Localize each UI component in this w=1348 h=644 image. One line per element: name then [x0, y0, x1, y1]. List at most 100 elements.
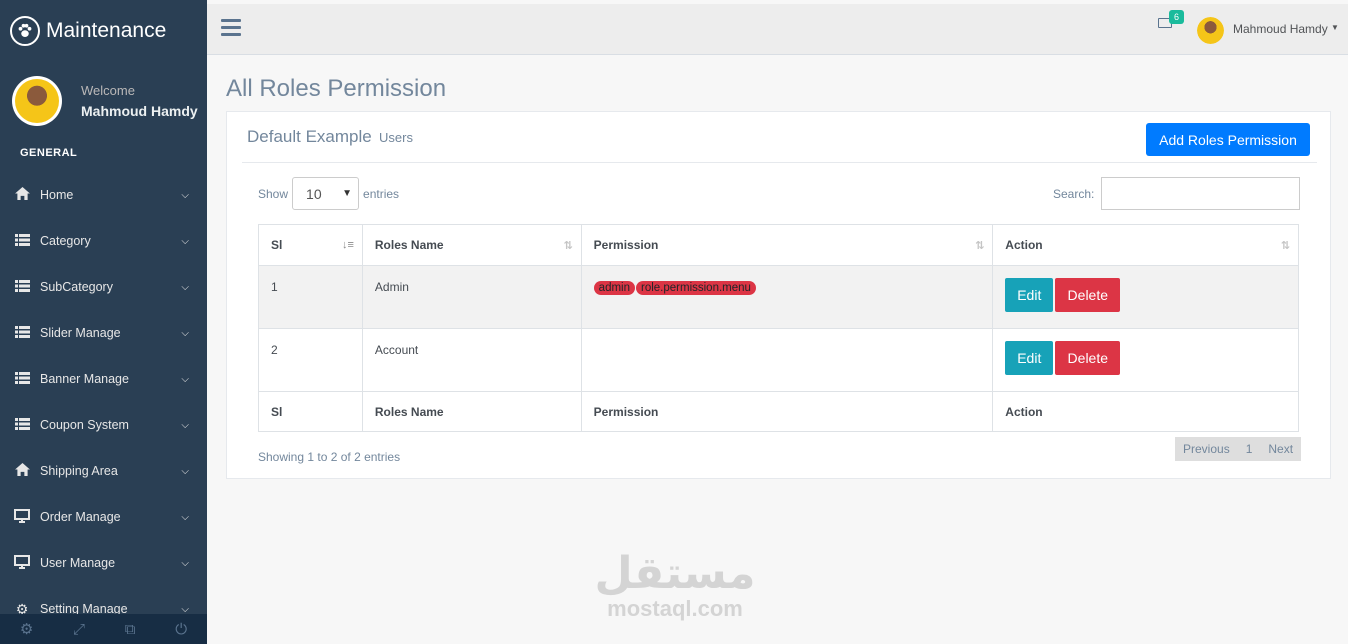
sidebar-item-shipping-area[interactable]: Shipping Area ⌵: [0, 448, 207, 494]
footer-permission: Permission: [580, 391, 994, 432]
sidebar-item-label: Shipping Area: [40, 464, 118, 478]
sidebar-item-label: Order Manage: [40, 510, 121, 524]
cell-permissions: [580, 328, 994, 392]
show-label: Show: [258, 186, 289, 201]
edit-button[interactable]: Edit: [1005, 278, 1054, 312]
cell-sl: 2: [258, 328, 363, 392]
profile: Welcome Mahmoud Hamdy: [0, 62, 207, 140]
sidebar-item-slider-manage[interactable]: Slider Manage ⌵: [0, 310, 207, 356]
watermark-logo: مستقل mostaql.com: [590, 550, 760, 622]
table-row: 1 Admin admin role.permission.menu Edit De…: [258, 265, 1299, 329]
watermark-latin: mostaql.com: [607, 596, 743, 621]
column-header-sl[interactable]: Sl ↓≡: [258, 224, 363, 266]
sidebar-item-coupon-system[interactable]: Coupon System ⌵: [0, 402, 207, 448]
panel-title: Default Example: [247, 127, 372, 146]
sidebar-item-user-manage[interactable]: User Manage ⌵: [0, 540, 207, 586]
sidebar-item-banner-manage[interactable]: Banner Manage ⌵: [0, 356, 207, 402]
sort-icon: ⇅: [563, 240, 573, 252]
chevron-down-icon: ⌵: [181, 557, 189, 569]
list-icon: [13, 325, 31, 341]
sidebar-item-label: Home: [40, 188, 74, 202]
permission-badge: role.permission.menu: [636, 281, 756, 295]
home-icon: [13, 463, 31, 479]
table-row: 2 Account Edit Delete: [258, 328, 1299, 392]
page-length-select[interactable]: 10 ▼: [292, 177, 360, 210]
delete-button[interactable]: Delete: [1055, 341, 1121, 375]
sidebar-item-label: Slider Manage: [40, 326, 121, 340]
column-header-action[interactable]: Action ⇅: [992, 224, 1299, 266]
sort-icon: ⇅: [1280, 240, 1290, 252]
cell-actions: Edit Delete: [992, 265, 1299, 329]
sidebar-item-home[interactable]: Home ⌵: [0, 172, 207, 218]
cell-sl: 1: [258, 265, 363, 329]
desktop-icon: [13, 508, 31, 526]
search-input[interactable]: [1101, 177, 1301, 210]
list-icon: [13, 233, 31, 249]
notification-badge: 6: [1169, 10, 1185, 24]
footer-roles-name: Roles Name: [361, 391, 582, 432]
fullscreen-icon[interactable]: ⤢: [73, 621, 85, 638]
column-header-permission[interactable]: Permission ⇅: [580, 224, 994, 266]
sidebar-item-subcategory[interactable]: SubCategory ⌵: [0, 264, 207, 310]
sidebar-item-order-manage[interactable]: Order Manage ⌵: [0, 494, 207, 540]
list-icon: [13, 371, 31, 387]
table-info: Showing 1 to 2 of 2 entries: [258, 450, 401, 464]
entries-label: entries: [363, 186, 400, 201]
menu-toggle-icon[interactable]: [221, 19, 241, 40]
user-avatar[interactable]: [1197, 17, 1224, 44]
footer-sl: Sl: [258, 391, 363, 432]
sidebar-footer: ⚙ ⤢ ⧉ ⏻: [0, 614, 207, 644]
sidebar-menu: Home ⌵ Category ⌵ SubCategory ⌵ Slider M…: [0, 172, 207, 632]
power-icon[interactable]: ⏻: [175, 621, 187, 638]
page-button[interactable]: 1: [1238, 437, 1261, 461]
chevron-down-icon: ⌵: [181, 603, 189, 615]
profile-name: Mahmoud Hamdy: [81, 103, 198, 119]
sidebar: Maintenance Welcome Mahmoud Hamdy GENERA…: [0, 0, 207, 644]
table-header-row: Sl ↓≡ Roles Name ⇅ Permission ⇅ Action ⇅: [258, 224, 1299, 266]
edit-button[interactable]: Edit: [1005, 341, 1054, 375]
table-footer-row: Sl Roles Name Permission Action: [258, 391, 1299, 432]
cell-permissions: admin role.permission.menu: [580, 265, 994, 329]
add-roles-permission-button[interactable]: Add Roles Permission: [1146, 123, 1310, 156]
chevron-down-icon: ⌵: [181, 281, 189, 293]
home-icon: [13, 187, 31, 203]
divider: [242, 162, 1317, 163]
sidebar-item-category[interactable]: Category ⌵: [0, 218, 207, 264]
search-label: Search:: [1053, 186, 1095, 201]
sidebar-item-label: User Manage: [40, 556, 116, 570]
chevron-down-icon: ⌵: [181, 465, 189, 477]
cell-role: Admin: [361, 265, 582, 329]
chevron-down-icon: ⌵: [181, 327, 189, 339]
eye-slash-icon[interactable]: ⧉: [125, 621, 136, 638]
search-control: Search:: [1053, 177, 1301, 210]
caret-down-icon[interactable]: ▼: [1331, 23, 1339, 32]
user-menu[interactable]: Mahmoud Hamdy: [1233, 22, 1328, 36]
brand[interactable]: Maintenance: [0, 0, 207, 62]
page-length-control: Show 10 ▼ entries: [258, 177, 399, 210]
pagination: Previous 1 Next: [1175, 437, 1302, 461]
paw-icon: [10, 16, 40, 46]
sidebar-item-label: Banner Manage: [40, 372, 129, 386]
page-length-value: 10: [306, 185, 322, 202]
sidebar-item-label: Category: [40, 234, 91, 248]
top-navbar: 6 Mahmoud Hamdy ▼: [207, 4, 1348, 55]
desktop-icon: [13, 554, 31, 572]
list-icon: [13, 417, 31, 433]
sidebar-item-label: SubCategory: [40, 280, 113, 294]
previous-button[interactable]: Previous: [1175, 437, 1238, 461]
brand-title: Maintenance: [46, 19, 167, 42]
next-button[interactable]: Next: [1260, 437, 1301, 461]
permission-badge: admin: [593, 281, 635, 295]
chevron-down-icon: ⌵: [181, 373, 189, 385]
page-title: All Roles Permission: [226, 75, 447, 102]
delete-button[interactable]: Delete: [1055, 278, 1121, 312]
sort-asc-icon: ↓≡: [341, 239, 354, 251]
column-header-roles-name[interactable]: Roles Name ⇅: [361, 224, 582, 266]
settings-icon[interactable]: ⚙: [20, 620, 33, 638]
welcome-text: Welcome: [81, 83, 135, 98]
footer-action: Action: [992, 391, 1299, 432]
avatar: [12, 76, 62, 126]
watermark-arabic: مستقل: [594, 548, 756, 599]
chevron-down-icon: ▼: [342, 188, 353, 199]
nav-section-title: GENERAL: [20, 147, 78, 159]
